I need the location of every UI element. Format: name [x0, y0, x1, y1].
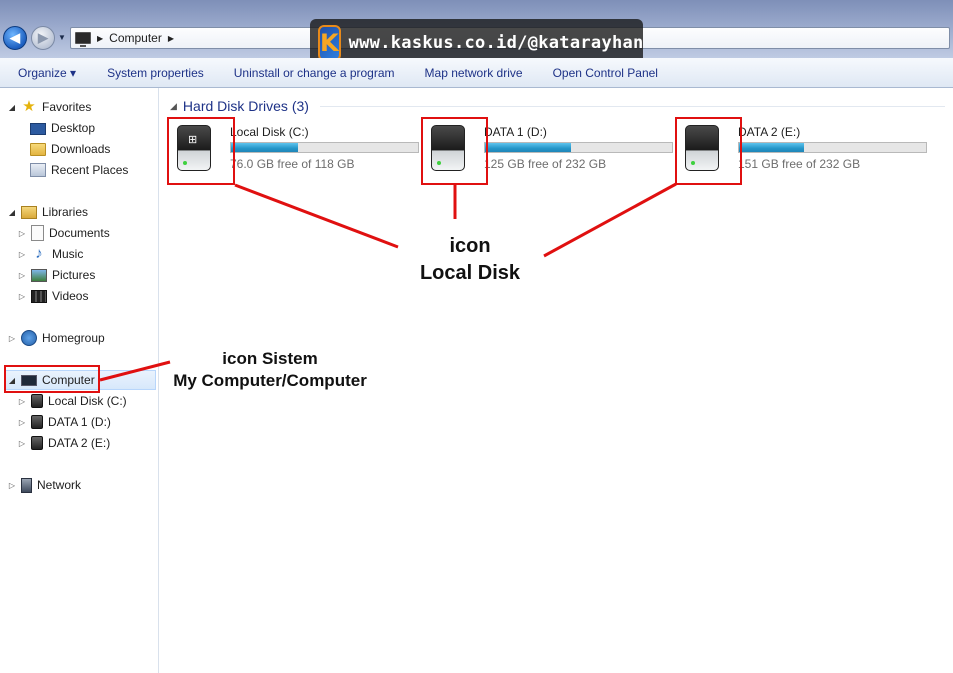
- back-button[interactable]: ◀: [3, 26, 27, 50]
- sidebar-item-recent-places[interactable]: Recent Places: [30, 160, 128, 180]
- expand-arrow-icon[interactable]: ▷: [18, 271, 26, 280]
- drive-name: DATA 1 (D:): [484, 125, 547, 139]
- hard-drive-icon: [31, 436, 43, 450]
- uninstall-program-button[interactable]: Uninstall or change a program: [204, 66, 395, 80]
- sidebar-item-network[interactable]: ▷ Network: [8, 475, 81, 495]
- sidebar-item-label: Videos: [52, 289, 89, 303]
- group-divider: [320, 106, 945, 107]
- expand-arrow-icon[interactable]: ▷: [18, 292, 26, 301]
- drive-free-space: 76.0 GB free of 118 GB: [230, 157, 355, 171]
- sidebar-item-data2-e[interactable]: ▷ DATA 2 (E:): [18, 433, 110, 453]
- sidebar-item-label: Network: [37, 478, 82, 492]
- map-network-drive-button[interactable]: Map network drive: [395, 66, 523, 80]
- sidebar-item-label: Recent Places: [51, 163, 129, 177]
- forward-button[interactable]: ▶: [31, 26, 55, 50]
- sidebar-item-downloads[interactable]: Downloads: [30, 139, 110, 159]
- drive-name: Local Disk (C:): [230, 125, 309, 139]
- sidebar-item-label: Documents: [49, 226, 110, 240]
- sidebar-item-local-disk-c[interactable]: ▷ Local Disk (C:): [18, 391, 127, 411]
- homegroup-icon: [21, 330, 37, 346]
- sidebar-item-label: DATA 1 (D:): [48, 415, 111, 429]
- sidebar-item-label: DATA 2 (E:): [48, 436, 111, 450]
- collapse-arrow-icon[interactable]: ◢: [8, 208, 16, 217]
- hard-drive-icon: [31, 415, 43, 429]
- pictures-icon: [31, 268, 47, 282]
- drive-usage-bar: [738, 142, 927, 153]
- sidebar-item-documents[interactable]: ▷ Documents: [18, 223, 110, 243]
- sidebar-item-data1-d[interactable]: ▷ DATA 1 (D:): [18, 412, 111, 432]
- expand-arrow-icon[interactable]: ▷: [8, 334, 16, 343]
- desktop-icon: [30, 123, 46, 135]
- command-bar: Organize ▾ System properties Uninstall o…: [0, 58, 953, 88]
- sidebar-item-favorites[interactable]: ◢ ★ Favorites: [8, 97, 91, 117]
- organize-button[interactable]: Organize ▾: [0, 66, 76, 80]
- sidebar-item-videos[interactable]: ▷ Videos: [18, 286, 89, 306]
- annotation-box-drive-d: [421, 117, 488, 185]
- expand-arrow-icon[interactable]: ▷: [18, 418, 26, 427]
- hard-drive-icon: [31, 394, 43, 408]
- sidebar-item-homegroup[interactable]: ▷ Homegroup: [8, 328, 105, 348]
- annotation-box-drive-e: [675, 117, 742, 185]
- breadcrumb-separator-icon[interactable]: ▶: [97, 34, 103, 43]
- expand-arrow-icon[interactable]: ▷: [8, 481, 16, 490]
- sidebar-item-pictures[interactable]: ▷ Pictures: [18, 265, 95, 285]
- drive-usage-bar: [230, 142, 419, 153]
- collapse-arrow-icon[interactable]: ◢: [170, 101, 177, 112]
- kaskus-logo: K: [318, 25, 341, 61]
- sidebar-item-label: Music: [52, 247, 84, 261]
- sidebar-item-label: Local Disk (C:): [48, 394, 127, 408]
- expand-arrow-icon[interactable]: ▷: [18, 439, 26, 448]
- collapse-arrow-icon[interactable]: ◢: [8, 103, 16, 112]
- star-icon: ★: [22, 98, 36, 115]
- sidebar-item-label: Pictures: [52, 268, 96, 282]
- recent-pages-dropdown[interactable]: ▼: [58, 33, 66, 42]
- network-icon: [21, 477, 32, 493]
- group-header-hard-disk-drives[interactable]: ◢ Hard Disk Drives (3): [170, 98, 309, 114]
- computer-icon: [75, 32, 91, 47]
- watermark-text: www.kaskus.co.id/@katarayhan: [348, 33, 644, 53]
- sidebar-item-label: Desktop: [51, 121, 96, 135]
- music-note-icon: ♪: [35, 245, 43, 262]
- breadcrumb-chevron-icon[interactable]: ▶: [168, 34, 174, 43]
- recent-places-icon: [30, 163, 46, 177]
- sidebar-item-libraries[interactable]: ◢ Libraries: [8, 202, 88, 222]
- downloads-folder-icon: [30, 142, 46, 156]
- sidebar-item-label: Downloads: [51, 142, 111, 156]
- annotation-computer: icon Sistem My Computer/Computer: [173, 349, 367, 390]
- film-strip-icon: [31, 289, 47, 303]
- sidebar-item-label: Favorites: [42, 100, 92, 114]
- group-label: Hard Disk Drives (3): [182, 98, 309, 114]
- sidebar-item-label: Homegroup: [42, 331, 105, 345]
- expand-arrow-icon[interactable]: ▷: [18, 397, 26, 406]
- drive-name: DATA 2 (E:): [738, 125, 801, 139]
- sidebar-item-music[interactable]: ▷ ♪ Music: [18, 244, 83, 264]
- drive-usage-bar: [484, 142, 673, 153]
- system-properties-button[interactable]: System properties: [76, 66, 204, 80]
- libraries-icon: [21, 205, 37, 219]
- expand-arrow-icon[interactable]: ▷: [18, 229, 26, 238]
- annotation-box-drive-c: [167, 117, 235, 185]
- annotation-box-computer: [4, 365, 100, 393]
- drive-free-space: 151 GB free of 232 GB: [738, 157, 861, 171]
- documents-icon: [31, 225, 44, 241]
- drive-free-space: 125 GB free of 232 GB: [484, 157, 607, 171]
- expand-arrow-icon[interactable]: ▷: [18, 250, 26, 259]
- open-control-panel-button[interactable]: Open Control Panel: [523, 66, 658, 80]
- annotation-local-disk: icon Local Disk: [419, 235, 521, 284]
- sidebar-item-label: Libraries: [42, 205, 89, 219]
- breadcrumb-computer[interactable]: Computer: [109, 31, 162, 45]
- sidebar-item-desktop[interactable]: Desktop: [30, 118, 95, 138]
